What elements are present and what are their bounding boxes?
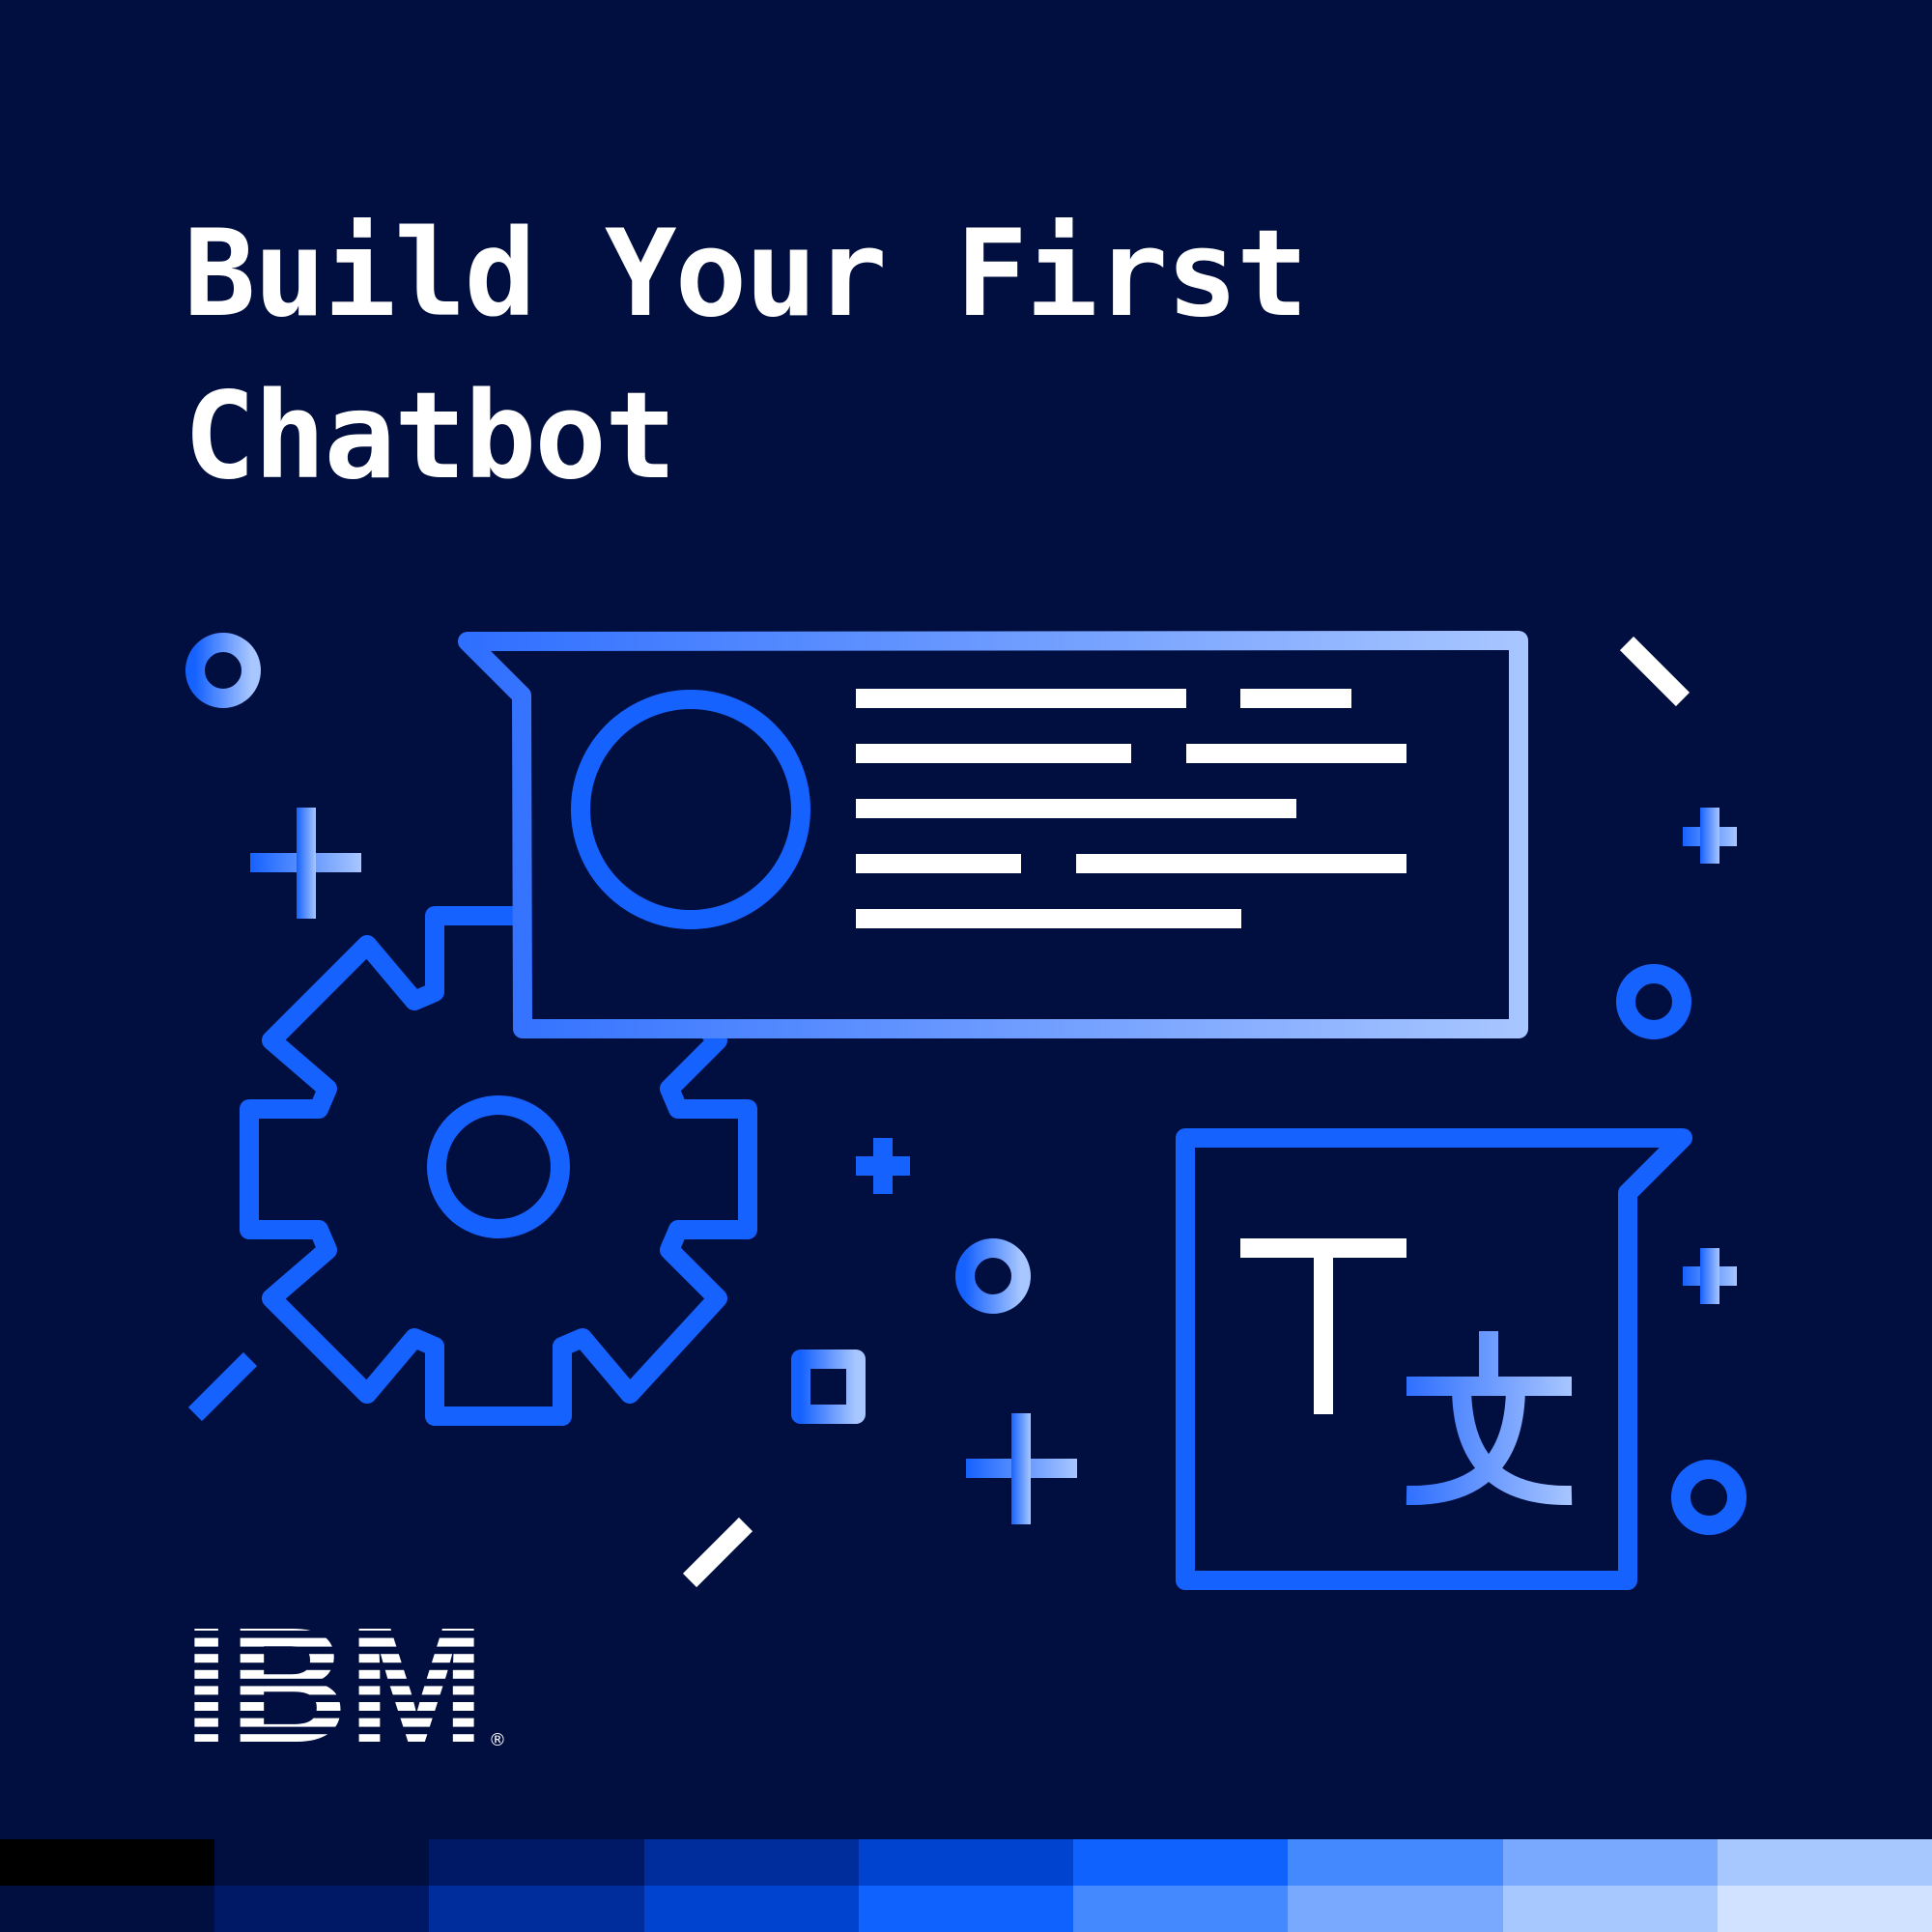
palette-swatch [1717,1886,1932,1932]
slash-decoration [682,1517,753,1588]
palette-swatch [858,1839,1074,1886]
slash-decoration [1619,636,1690,707]
palette-swatch [429,1839,644,1886]
translate-icon [1176,1128,1692,1590]
chat-bubble-icon [458,631,1528,1038]
palette-swatch [858,1886,1074,1932]
ring-decoration [1616,964,1691,1039]
plus-decoration [1683,808,1737,864]
palette-swatch [214,1839,430,1886]
palette-swatch [643,1839,859,1886]
ibm-logo-wordmark: IBM [184,1618,485,1753]
palette-swatch [1717,1839,1932,1886]
color-palette-strip [0,1839,1932,1932]
plus-decoration [250,808,361,919]
palette-swatch [1502,1839,1718,1886]
palette-swatch [643,1886,859,1932]
palette-swatch [1073,1839,1289,1886]
palette-row-bottom [0,1886,1932,1932]
plus-decoration [856,1138,910,1194]
palette-swatch [0,1886,215,1932]
plus-decoration [966,1413,1077,1524]
palette-swatch [214,1886,430,1932]
palette-swatch [1073,1886,1289,1932]
chinese-wen-glyph [1406,1331,1573,1506]
plus-decoration [1683,1248,1737,1304]
palette-row-top [0,1839,1932,1886]
palette-swatch [1502,1886,1718,1932]
palette-swatch [1288,1886,1503,1932]
registered-mark: ® [489,1730,506,1750]
slash-decoration [187,1351,258,1422]
ring-decoration [1671,1460,1747,1535]
palette-swatch [1288,1839,1503,1886]
ibm-logo: IBM ® [184,1618,506,1753]
ring-decoration [185,633,261,708]
palette-swatch [429,1886,644,1932]
square-decoration [791,1350,866,1424]
latin-t-glyph [1240,1238,1406,1414]
palette-swatch [0,1839,215,1886]
ring-decoration [955,1238,1031,1314]
